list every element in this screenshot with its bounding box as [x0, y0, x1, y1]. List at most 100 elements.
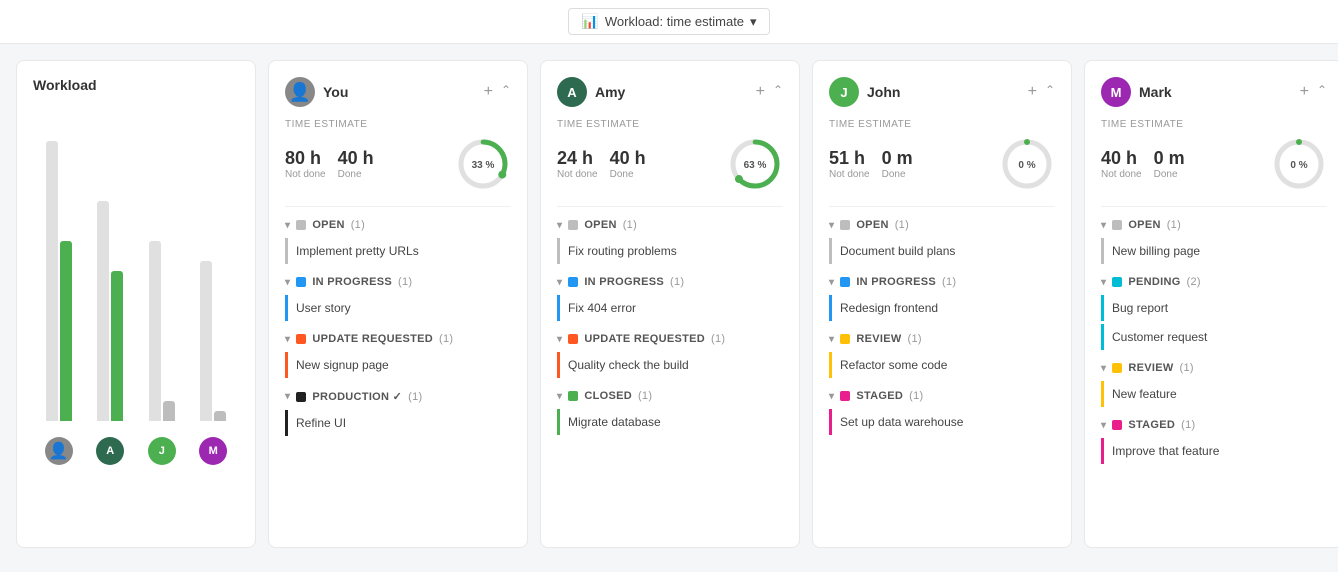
svg-text:0 %: 0 % — [1290, 160, 1307, 171]
person-actions: + ⌃ — [1028, 83, 1055, 101]
collapse-button[interactable]: ⌃ — [773, 83, 783, 101]
group-name: REVIEW — [856, 333, 901, 345]
group-dot — [568, 391, 578, 401]
donut-chart: 0 % — [999, 136, 1055, 192]
collapse-button[interactable]: ⌃ — [1045, 83, 1055, 101]
task-item[interactable]: Migrate database — [557, 409, 783, 435]
group-header[interactable]: ▾ OPEN (1) — [1101, 215, 1327, 235]
task-group-open: ▾ OPEN (1) Document build plans — [829, 215, 1055, 264]
group-header[interactable]: ▾ REVIEW (1) — [829, 329, 1055, 349]
group-name: IN PROGRESS — [312, 276, 392, 288]
task-group-in-progress: ▾ IN PROGRESS (1) Redesign frontend — [829, 272, 1055, 321]
chevron-icon: ▾ — [1101, 420, 1106, 431]
group-header[interactable]: ▾ UPDATE REQUESTED (1) — [557, 329, 783, 349]
workload-button[interactable]: 📊 Workload: time estimate ▾ — [568, 8, 769, 35]
te-not-done: 80 h Not done — [285, 148, 326, 181]
chevron-icon: ▾ — [829, 220, 834, 231]
task-item[interactable]: Redesign frontend — [829, 295, 1055, 321]
chevron-icon: ▾ — [557, 391, 562, 402]
group-dot — [568, 277, 578, 287]
group-header[interactable]: ▾ STAGED (1) — [1101, 415, 1327, 435]
task-item[interactable]: Fix 404 error — [557, 295, 783, 321]
collapse-button[interactable]: ⌃ — [1317, 83, 1327, 101]
group-header[interactable]: ▾ REVIEW (1) — [1101, 358, 1327, 378]
group-dot — [840, 391, 850, 401]
group-header[interactable]: ▾ PRODUCTION ✓ (1) — [285, 386, 511, 407]
task-item[interactable]: User story — [285, 295, 511, 321]
group-header[interactable]: ▾ PENDING (2) — [1101, 272, 1327, 292]
donut-chart: 63 % — [727, 136, 783, 192]
task-group-open: ▾ OPEN (1) Fix routing problems — [557, 215, 783, 264]
person-name: John — [867, 84, 900, 100]
te-done: 40 h Done — [338, 148, 374, 181]
te-row: 40 h Not done 0 m Done 0 % — [1101, 136, 1327, 192]
chevron-icon: ▾ — [557, 334, 562, 345]
chevron-icon: ▾ — [285, 334, 290, 345]
te-done-value: 40 h — [338, 148, 374, 170]
group-header[interactable]: ▾ CLOSED (1) — [557, 386, 783, 406]
avatar-john: J — [829, 77, 859, 107]
task-item[interactable]: Set up data warehouse — [829, 409, 1055, 435]
group-header[interactable]: ▾ IN PROGRESS (1) — [557, 272, 783, 292]
task-item[interactable]: Refactor some code — [829, 352, 1055, 378]
task-group-staged: ▾ STAGED (1) Improve that feature — [1101, 415, 1327, 464]
task-item[interactable]: Customer request — [1101, 324, 1327, 350]
task-item[interactable]: Implement pretty URLs — [285, 238, 511, 264]
group-name: STAGED — [856, 390, 903, 402]
task-item[interactable]: Improve that feature — [1101, 438, 1327, 464]
group-count: (1) — [439, 333, 453, 345]
group-header[interactable]: ▾ IN PROGRESS (1) — [829, 272, 1055, 292]
divider — [1101, 206, 1327, 207]
task-item[interactable]: New signup page — [285, 352, 511, 378]
te-label: TIME ESTIMATE — [829, 119, 1055, 130]
te-done-label: Done — [338, 169, 374, 180]
group-header[interactable]: ▾ OPEN (1) — [557, 215, 783, 235]
task-item[interactable]: Document build plans — [829, 238, 1055, 264]
te-not-done-label: Not done — [829, 169, 870, 180]
add-button[interactable]: + — [484, 83, 493, 101]
bar-mark-bg — [200, 261, 212, 421]
avatar-you: 👤 — [45, 437, 73, 465]
group-header[interactable]: ▾ IN PROGRESS (1) — [285, 272, 511, 292]
group-header[interactable]: ▾ UPDATE REQUESTED (1) — [285, 329, 511, 349]
task-item[interactable]: Refine UI — [285, 410, 511, 436]
group-name: IN PROGRESS — [856, 276, 936, 288]
te-not-done-label: Not done — [285, 169, 326, 180]
group-name: CLOSED — [584, 390, 632, 402]
group-count: (1) — [909, 390, 923, 402]
bar-group-amy — [97, 109, 123, 421]
group-header[interactable]: ▾ STAGED (1) — [829, 386, 1055, 406]
group-count: (1) — [1167, 219, 1181, 231]
task-group-pending: ▾ PENDING (2) Bug report Customer reques… — [1101, 272, 1327, 350]
avatar-you: 👤 — [285, 77, 315, 107]
person-column-you: 👤 You + ⌃ TIME ESTIMATE 80 h Not done 40… — [268, 60, 528, 548]
collapse-button[interactable]: ⌃ — [501, 83, 511, 101]
task-item[interactable]: Fix routing problems — [557, 238, 783, 264]
chevron-icon: ▾ — [285, 220, 290, 231]
task-item[interactable]: Quality check the build — [557, 352, 783, 378]
avatar-amy-small: A — [96, 437, 124, 465]
group-header[interactable]: ▾ OPEN (1) — [829, 215, 1055, 235]
group-name: UPDATE REQUESTED — [584, 333, 705, 345]
add-button[interactable]: + — [1028, 83, 1037, 101]
workload-sidebar: Workload — [16, 60, 256, 548]
group-header[interactable]: ▾ OPEN (1) — [285, 215, 511, 235]
te-not-done-label: Not done — [1101, 169, 1142, 180]
group-dot — [296, 220, 306, 230]
task-item[interactable]: Bug report — [1101, 295, 1327, 321]
donut-chart: 0 % — [1271, 136, 1327, 192]
bar-mark-green — [214, 411, 226, 421]
task-group-open: ▾ OPEN (1) Implement pretty URLs — [285, 215, 511, 264]
avatar-mark-small: M — [199, 437, 227, 465]
te-done-value: 0 m — [1154, 148, 1185, 170]
te-not-done-value: 51 h — [829, 148, 870, 170]
person-header: 👤 You + ⌃ — [285, 77, 511, 107]
add-button[interactable]: + — [756, 83, 765, 101]
group-name: OPEN — [584, 219, 616, 231]
add-button[interactable]: + — [1300, 83, 1309, 101]
chevron-icon: ▾ — [1101, 363, 1106, 374]
bar-you-green — [60, 241, 72, 421]
group-dot — [1112, 220, 1122, 230]
task-item[interactable]: New billing page — [1101, 238, 1327, 264]
task-item[interactable]: New feature — [1101, 381, 1327, 407]
